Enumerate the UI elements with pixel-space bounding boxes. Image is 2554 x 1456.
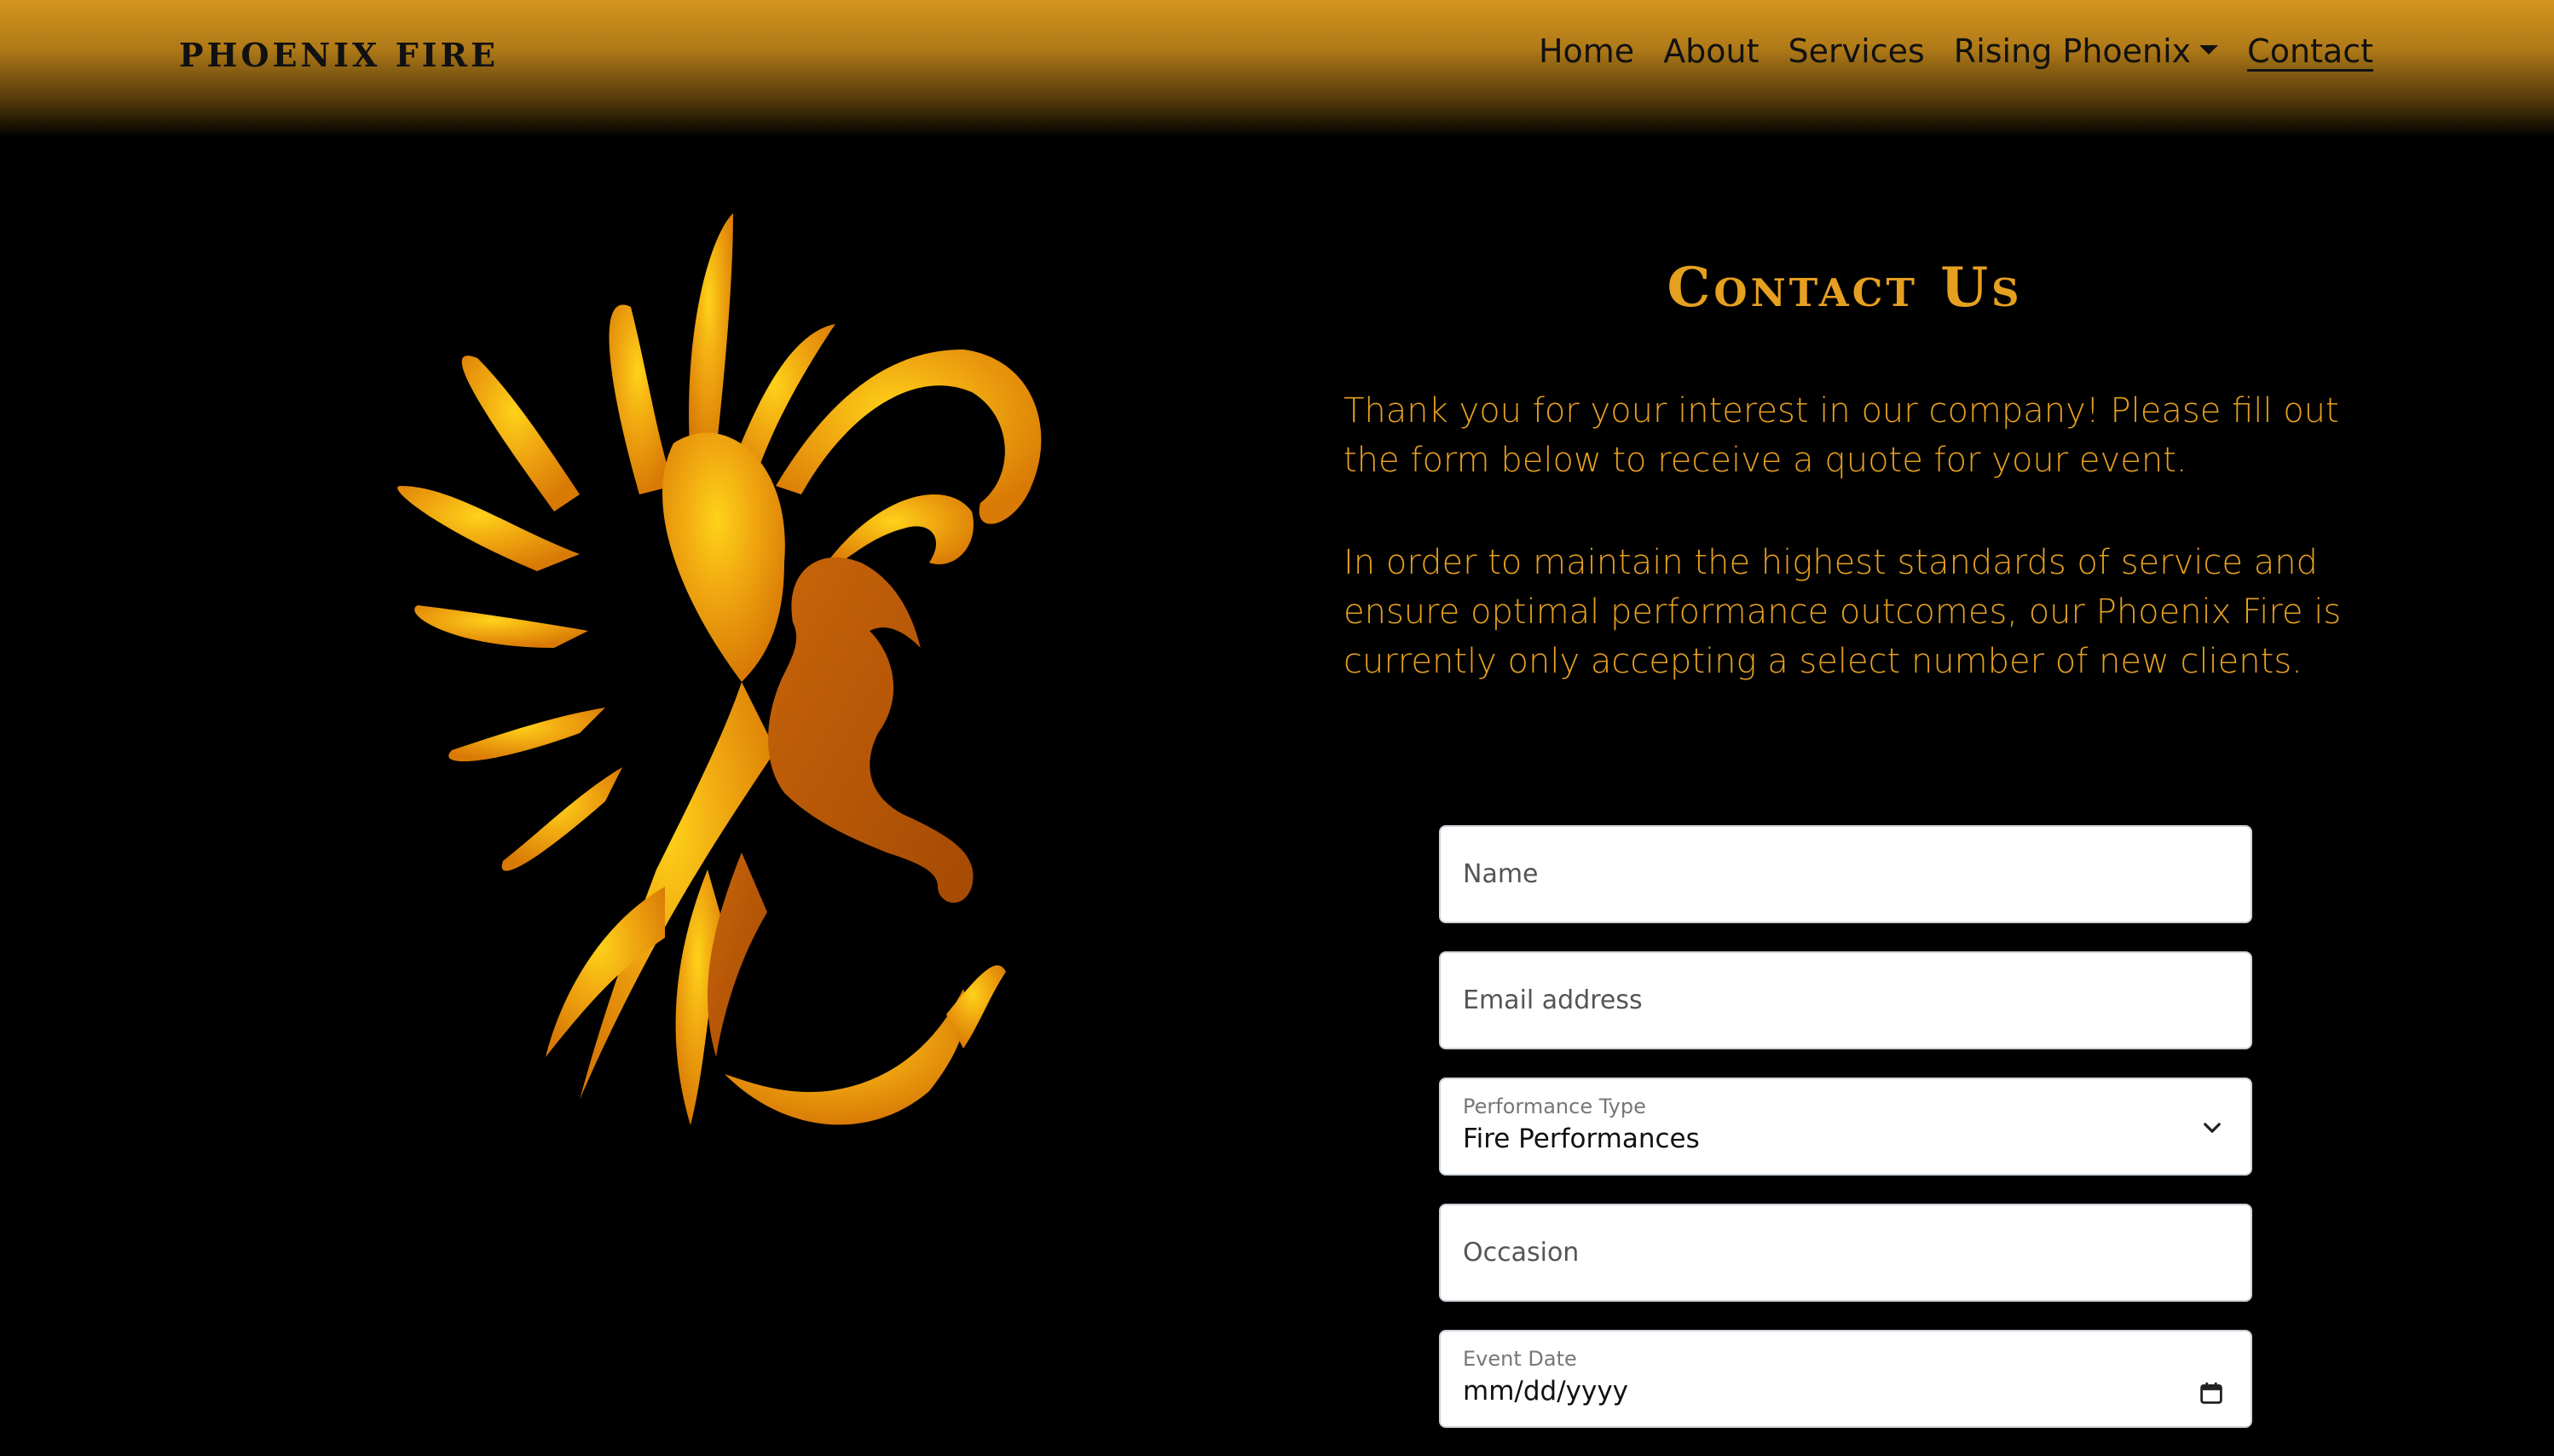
- nav-home[interactable]: Home: [1539, 32, 1634, 70]
- event-date-value: mm/dd/yyyy: [1463, 1376, 1629, 1407]
- caret-down-icon: [2199, 45, 2219, 55]
- navbar: PHOENIX FIRE Home About Services Rising …: [0, 0, 2554, 138]
- chevron-down-icon: [2204, 1123, 2221, 1133]
- event-date-field[interactable]: Event Date mm/dd/yyyy: [1439, 1330, 2252, 1428]
- nav-about[interactable]: About: [1663, 32, 1759, 70]
- performance-type-value: Fire Performances: [1463, 1124, 1700, 1154]
- email-input[interactable]: [1463, 953, 2228, 1048]
- contact-section: Contact Us Thank you for your interest i…: [1343, 256, 2346, 739]
- nav-services[interactable]: Services: [1788, 32, 1925, 70]
- page-title: Contact Us: [1667, 256, 2023, 320]
- intro-paragraph: Thank you for your interest in our compa…: [1343, 391, 2339, 480]
- occasion-field-wrapper: [1439, 1204, 2252, 1302]
- calendar-icon[interactable]: [2199, 1381, 2223, 1405]
- name-field-wrapper: [1439, 825, 2252, 923]
- name-input[interactable]: [1463, 827, 2228, 922]
- nav-rising-phoenix-dropdown[interactable]: Rising Phoenix: [1953, 32, 2219, 70]
- email-field-wrapper: [1439, 951, 2252, 1049]
- performance-type-label: Performance Type: [1463, 1095, 1646, 1118]
- quote-form: Performance Type Fire Performances Event…: [1439, 825, 2252, 1456]
- event-date-label: Event Date: [1463, 1347, 1577, 1371]
- nav-links: Home About Services Rising Phoenix Conta…: [1539, 32, 2373, 70]
- nav-rising-phoenix-label: Rising Phoenix: [1953, 32, 2192, 70]
- brand-logo[interactable]: PHOENIX FIRE: [179, 36, 499, 74]
- performance-type-select[interactable]: Performance Type Fire Performances: [1439, 1078, 2252, 1176]
- nav-contact[interactable]: Contact: [2247, 32, 2373, 70]
- phoenix-image: [397, 213, 1042, 1125]
- occasion-input[interactable]: [1463, 1205, 2228, 1300]
- policy-paragraph: In order to maintain the highest standar…: [1343, 543, 2342, 681]
